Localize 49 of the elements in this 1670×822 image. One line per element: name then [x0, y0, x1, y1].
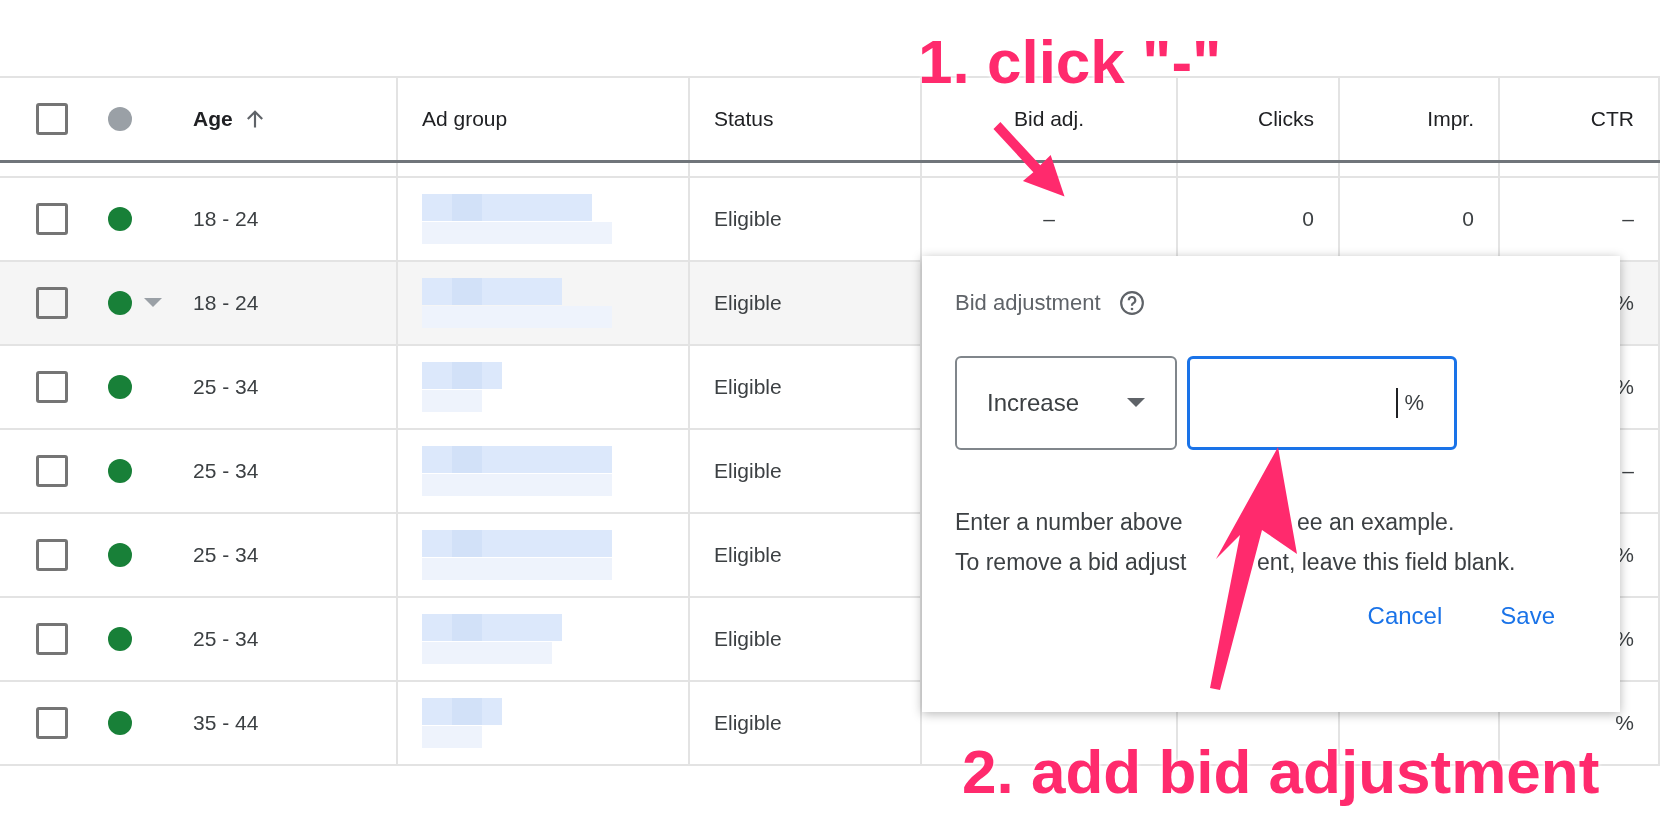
table-cell: – [1622, 459, 1634, 483]
table-cell: – [1622, 207, 1634, 231]
checkbox[interactable] [36, 707, 68, 739]
help-text: Enter a number above [955, 508, 1184, 537]
direction-dropdown[interactable]: Increase [955, 356, 1177, 450]
table-cell: – [1043, 207, 1055, 231]
table-cell: 25 - 34 [193, 459, 259, 483]
checkbox[interactable] [36, 287, 68, 319]
checkbox[interactable] [36, 623, 68, 655]
table-cell: Eligible [714, 207, 782, 231]
table-cell: Eligible [714, 459, 782, 483]
table-cell: 18 - 24 [193, 207, 259, 231]
table-cell: 25 - 34 [193, 627, 259, 651]
text-button[interactable]: Save [1488, 596, 1567, 636]
text-button[interactable]: Cancel [1355, 596, 1455, 636]
annotation-text: 1. click "-" [918, 26, 1222, 97]
column-header[interactable]: Ad group [422, 107, 508, 131]
column-header[interactable]: Status [714, 107, 774, 131]
column-header[interactable]: Bid adj. [1013, 107, 1084, 131]
column-header[interactable]: Clicks [1258, 107, 1314, 131]
table-cell: Eligible [714, 711, 782, 735]
caret-icon [1127, 398, 1145, 408]
column-header[interactable]: Impr. [1427, 107, 1474, 131]
popup-title: Bid adjustment [955, 290, 1101, 316]
table-cell: 35 - 44 [193, 711, 259, 735]
help-text: To remove a bid adjust [955, 548, 1188, 577]
table-cell: 25 - 34 [193, 375, 259, 399]
checkbox[interactable] [36, 103, 68, 135]
checkbox[interactable] [36, 455, 68, 487]
help-icon[interactable] [1118, 290, 1145, 316]
annotation-text: 2. add bid adjustment [962, 736, 1600, 807]
checkbox[interactable] [36, 371, 68, 403]
checkbox[interactable] [36, 203, 68, 235]
table-cell: Eligible [714, 543, 782, 567]
percent-input-field[interactable]: % [1187, 356, 1457, 450]
table-cell: Eligible [714, 291, 782, 315]
table-cell: Eligible [714, 375, 782, 399]
column-header[interactable]: Age [193, 107, 233, 131]
table-cell: % [1615, 711, 1634, 735]
table-cell: 25 - 34 [193, 543, 259, 567]
help-text: ee an example. [1297, 508, 1455, 537]
caret-icon[interactable] [144, 298, 162, 308]
column-header[interactable]: CTR [1590, 107, 1634, 131]
help-text: ent, leave this field blank. [1257, 548, 1516, 577]
table-cell: 0 [1462, 207, 1474, 231]
table-cell: 18 - 24 [193, 291, 259, 315]
checkbox[interactable] [36, 539, 68, 571]
table-cell: Eligible [714, 627, 782, 651]
table-cell: 0 [1302, 207, 1314, 231]
